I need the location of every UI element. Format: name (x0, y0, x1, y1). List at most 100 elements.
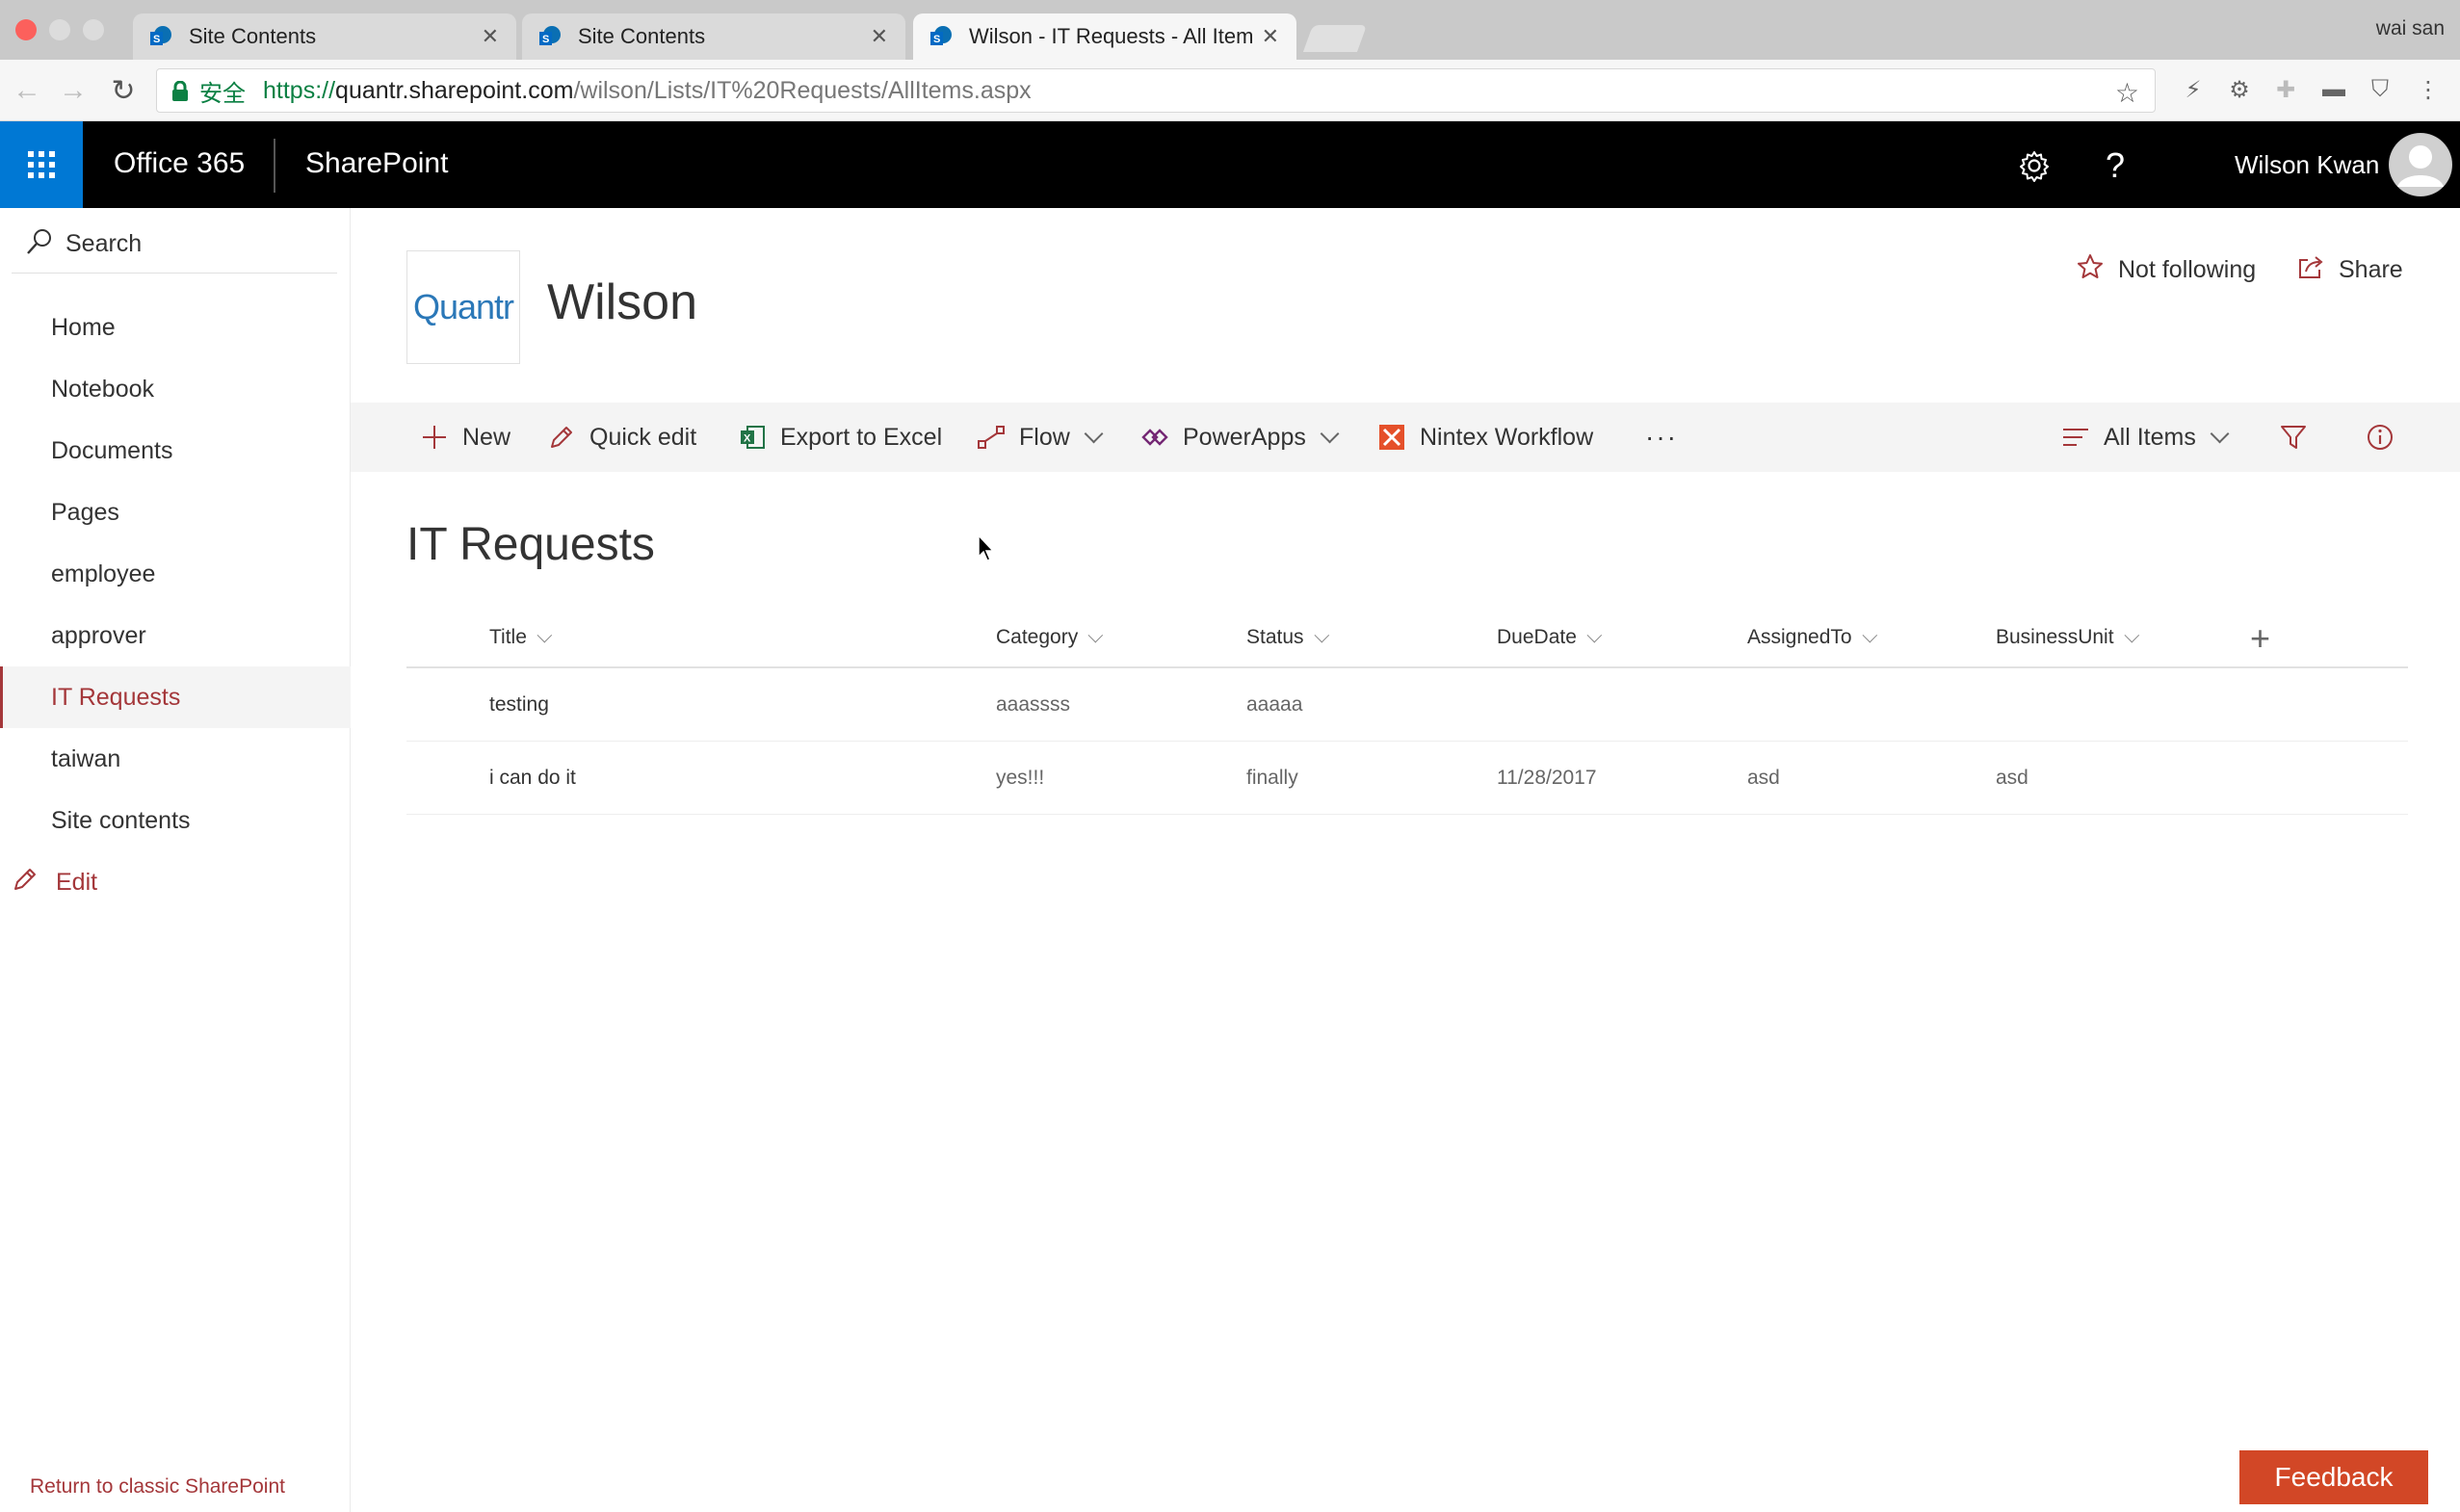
nav-item-approver[interactable]: approver (0, 605, 351, 666)
column-header-assignedto[interactable]: AssignedTo (1747, 626, 1877, 649)
browser-menu-icon[interactable]: ⋮ (2414, 75, 2443, 104)
site-logo[interactable]: Quantr (406, 250, 520, 364)
help-icon[interactable]: ? (2094, 144, 2136, 187)
suite-bar: Office 365 SharePoint ? Wilson Kwan (0, 121, 2460, 208)
browser-tab-site-contents-2[interactable]: S Site Contents ✕ (522, 13, 905, 60)
flow-menu[interactable]: Flow (975, 403, 1104, 472)
site-header: Quantr Wilson Not following Share (351, 208, 2460, 403)
browser-profile-name[interactable]: wai san (2376, 17, 2445, 40)
column-header-title[interactable]: Title (489, 626, 553, 649)
search-box[interactable]: Search (12, 216, 337, 274)
list-grid: Title Category Status DueDate AssignedTo… (406, 611, 2408, 815)
return-to-classic-link[interactable]: Return to classic SharePoint (30, 1475, 285, 1499)
forward-arrow-icon[interactable]: → (56, 73, 91, 108)
brand-divider (274, 139, 275, 193)
svg-text:S: S (542, 34, 549, 45)
lock-icon (170, 80, 190, 101)
nav-item-site-contents[interactable]: Site contents (0, 790, 351, 851)
window-maximize-button[interactable] (83, 19, 104, 40)
tab-title: Site Contents (578, 24, 706, 48)
filter-button[interactable] (2277, 403, 2321, 472)
feedback-button[interactable]: Feedback (2239, 1450, 2428, 1504)
cell-status: aaaaa (1246, 693, 1303, 716)
tab-close-icon[interactable]: ✕ (1262, 24, 1279, 49)
new-tab-button[interactable] (1302, 25, 1368, 52)
column-header-businessunit[interactable]: BusinessUnit (1996, 626, 2139, 649)
window-minimize-button[interactable] (49, 19, 70, 40)
tab-close-icon[interactable]: ✕ (871, 24, 888, 49)
table-row[interactable]: testing aaassss aaaaa (406, 668, 2408, 742)
site-nav-list: Home Notebook Documents Pages employee a… (0, 297, 351, 913)
site-title[interactable]: Wilson (547, 274, 697, 331)
mouse-cursor-icon (977, 534, 996, 562)
flow-label: Flow (1019, 423, 1070, 451)
chevron-down-icon (1862, 627, 1877, 642)
cell-businessunit: asd (1996, 767, 2028, 789)
back-arrow-icon[interactable]: ← (10, 73, 44, 108)
tab-close-icon[interactable]: ✕ (482, 24, 499, 49)
plus-icon (418, 421, 451, 454)
tab-title: Site Contents (189, 24, 317, 48)
search-input-label: Search (65, 230, 143, 257)
bookmark-star-icon[interactable]: ☆ (2115, 77, 2139, 109)
office365-brand[interactable]: Office 365 (114, 147, 245, 180)
add-column-plus-icon[interactable]: + (2250, 618, 2270, 659)
export-to-excel-button[interactable]: X Export to Excel (736, 403, 942, 472)
address-bar[interactable]: 安全 https://quantr.sharepoint.com/wilson/… (156, 68, 2156, 113)
sharepoint-brand[interactable]: SharePoint (305, 147, 448, 180)
cell-category: aaassss (996, 693, 1071, 716)
nav-item-it-requests[interactable]: IT Requests (0, 666, 351, 728)
nav-item-employee[interactable]: employee (0, 543, 351, 605)
extension-bolt-icon[interactable]: ⚡ (2179, 75, 2208, 104)
pencil-icon (12, 866, 39, 899)
app-launcher-button[interactable] (0, 121, 83, 208)
chevron-down-icon (1087, 627, 1104, 642)
more-commands-button[interactable]: ··· (1645, 403, 1678, 472)
nav-item-taiwan[interactable]: taiwan (0, 728, 351, 790)
new-button[interactable]: New (418, 403, 510, 472)
search-icon (25, 227, 54, 261)
powerapps-menu[interactable]: PowerApps (1138, 403, 1340, 472)
browser-tab-it-requests[interactable]: S Wilson - IT Requests - All Items ✕ (913, 13, 1296, 60)
cell-title[interactable]: testing (489, 693, 549, 717)
cell-status: finally (1246, 767, 1298, 789)
command-bar: New Quick edit X Export to Excel Flow Po… (351, 403, 2460, 472)
column-header-status[interactable]: Status (1246, 626, 1329, 649)
cell-title[interactable]: i can do it (489, 767, 576, 790)
chevron-down-icon (2124, 627, 2139, 642)
browser-tab-site-contents-1[interactable]: S Site Contents ✕ (133, 13, 516, 60)
column-header-duedate[interactable]: DueDate (1497, 626, 1602, 649)
quick-edit-button[interactable]: Quick edit (545, 403, 696, 472)
excel-icon: X (736, 421, 769, 454)
table-row[interactable]: i can do it yes!!! finally 11/28/2017 as… (406, 742, 2408, 815)
follow-button[interactable]: Not following (2076, 252, 2256, 288)
info-pane-button[interactable] (2364, 403, 2408, 472)
list-title: IT Requests (406, 519, 655, 570)
nintex-icon (1375, 421, 1408, 454)
user-name[interactable]: Wilson Kwan (2235, 150, 2379, 180)
avatar[interactable] (2389, 133, 2452, 196)
share-button[interactable]: Share (2296, 252, 2403, 288)
column-header-category[interactable]: Category (996, 626, 1104, 649)
left-navigation: Search Home Notebook Documents Pages emp… (0, 208, 351, 1512)
waffle-icon (28, 151, 55, 178)
extension-shield-icon[interactable]: ⛉ (2366, 75, 2395, 104)
url-host: quantr.sharepoint.com (335, 76, 574, 104)
quick-edit-label: Quick edit (589, 423, 697, 451)
nav-item-home[interactable]: Home (0, 297, 351, 358)
extension-gear-icon[interactable]: ⚙ (2225, 75, 2254, 104)
powerapps-icon (1138, 421, 1171, 454)
nintex-workflow-button[interactable]: Nintex Workflow (1375, 403, 1593, 472)
cell-duedate: 11/28/2017 (1497, 767, 1597, 789)
gear-icon[interactable] (2013, 144, 2055, 187)
nav-item-notebook[interactable]: Notebook (0, 358, 351, 420)
nav-item-pages[interactable]: Pages (0, 482, 351, 543)
window-close-button[interactable] (15, 19, 37, 40)
nav-edit-link[interactable]: Edit (0, 851, 351, 913)
extension-card-icon[interactable]: ▬ (2319, 75, 2348, 104)
nintex-workflow-label: Nintex Workflow (1420, 423, 1594, 451)
view-selector[interactable]: All Items (2059, 403, 2230, 472)
reload-icon[interactable]: ↻ (106, 73, 141, 108)
nav-item-documents[interactable]: Documents (0, 420, 351, 482)
extension-puzzle-icon[interactable]: ✚ (2271, 75, 2300, 104)
